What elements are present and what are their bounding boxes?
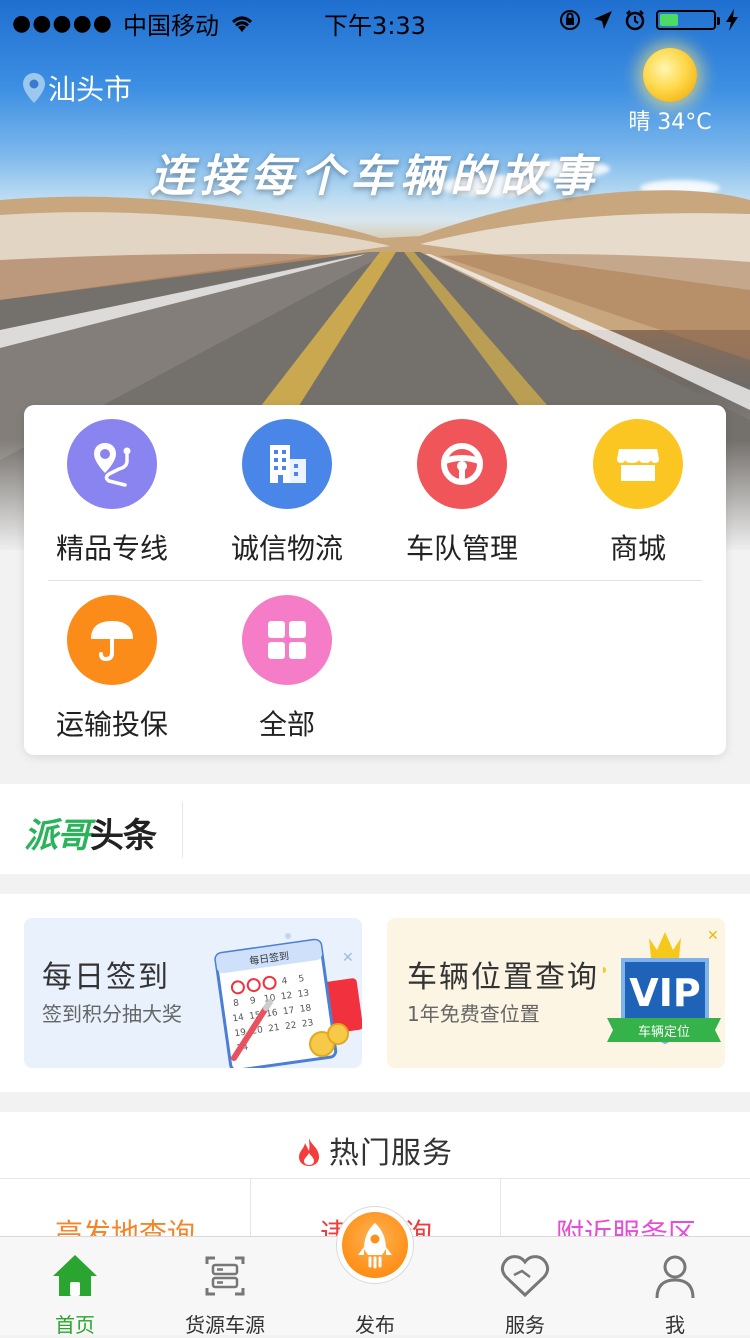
battery-level xyxy=(660,14,679,26)
headline-logo: 派哥头条 xyxy=(24,808,157,857)
home-icon xyxy=(53,1255,97,1296)
calendar-day: 21 xyxy=(268,1023,281,1034)
umbrella-icon xyxy=(67,595,157,685)
menu-divider xyxy=(48,580,702,581)
vip-ribbon-text: 车辆定位 xyxy=(638,1024,690,1040)
sunny-icon xyxy=(643,48,697,102)
weather-widget[interactable]: 晴 34°C xyxy=(620,44,720,136)
calendar-day: 12 xyxy=(280,991,293,1002)
steering-wheel-icon xyxy=(417,419,507,509)
feature-menu: 精品专线 诚信物流 车队管理 商城 运输投保 全部 xyxy=(24,405,726,755)
calendar-day: 13 xyxy=(297,989,310,1000)
profile-icon xyxy=(655,1255,695,1299)
menu-item-mall[interactable]: 商城 xyxy=(550,419,726,567)
status-bar: ●●●●● 中国移动 下午3:33 xyxy=(0,0,750,40)
menu-label: 运输投保 xyxy=(55,708,168,741)
calendar-day: 22 xyxy=(284,1021,297,1032)
calendar-day: 23 xyxy=(301,1018,314,1029)
calendar-day: 18 xyxy=(299,1003,312,1015)
location-arrow-icon xyxy=(594,11,612,29)
rotation-lock-icon xyxy=(560,10,580,30)
promo-subtitle: 签到积分抽大奖 xyxy=(42,1002,182,1026)
promo-title: 车辆位置查询 xyxy=(407,960,599,995)
headline-logo-news: 头条 xyxy=(90,816,157,856)
promo-title: 每日签到 xyxy=(42,960,170,995)
location-pin-icon xyxy=(23,73,45,103)
menu-label: 全部 xyxy=(258,708,315,741)
menu-label: 商城 xyxy=(609,532,666,565)
store-icon xyxy=(593,419,683,509)
daily-checkin-card[interactable]: 每日签到 签到积分抽大奖 ✕ 每日签到 4 5 8 9 10 12 13 14 15 16 17 18… xyxy=(24,918,362,1068)
menu-item-transport-insurance[interactable]: 运输投保 xyxy=(24,595,200,743)
calendar-day: 14 xyxy=(232,1013,245,1025)
cargo-icon xyxy=(205,1256,245,1296)
slogan: 连接每个车辆的故事 xyxy=(150,151,600,202)
calendar-day: 17 xyxy=(282,1006,295,1017)
hot-services-title: 热门服务 xyxy=(0,1128,750,1172)
tab-home[interactable]: 首页 xyxy=(0,1249,150,1338)
headline-separator xyxy=(182,802,183,858)
promo-subtitle: 1年免费查位置 xyxy=(407,1002,540,1026)
promo-section: 每日签到 签到积分抽大奖 ✕ 每日签到 4 5 8 9 10 12 13 14 15 16 17 18… xyxy=(0,894,750,1092)
news-headline-bar[interactable]: 派哥头条 xyxy=(0,784,750,874)
tab-cargo-vehicles[interactable]: 货源车源 xyxy=(150,1249,300,1338)
fire-icon xyxy=(299,1138,319,1166)
heart-icon xyxy=(500,1255,550,1298)
city-name: 汕头市 xyxy=(48,73,133,106)
menu-item-trusted-logistics[interactable]: 诚信物流 xyxy=(199,419,375,567)
vip-badge-icon: ✕ VIP 车辆定位 xyxy=(603,928,721,1045)
menu-item-all[interactable]: 全部 xyxy=(199,595,375,743)
menu-item-premium-route[interactable]: 精品专线 xyxy=(24,419,200,567)
city-selector[interactable]: 汕头市 xyxy=(22,68,132,108)
weather-text: 晴 34°C xyxy=(628,110,712,135)
headline-logo-brand: 派哥 xyxy=(24,816,91,856)
route-map-icon xyxy=(67,419,157,509)
grid-icon xyxy=(242,595,332,685)
svg-text:✕: ✕ xyxy=(342,950,354,966)
battery-icon xyxy=(656,10,720,30)
charging-bolt-icon xyxy=(726,9,738,31)
calendar-illustration-icon: ✕ 每日签到 45891012131415161718192021222324 xyxy=(214,933,362,1068)
menu-label: 车队管理 xyxy=(405,532,518,565)
menu-item-fleet-management[interactable]: 车队管理 xyxy=(374,419,550,567)
tab-me[interactable]: 我 xyxy=(600,1249,750,1338)
svg-text:✕: ✕ xyxy=(707,928,719,944)
menu-label: 诚信物流 xyxy=(230,532,343,565)
alarm-icon xyxy=(625,10,645,31)
hot-services-label: 热门服务 xyxy=(329,1136,453,1171)
menu-label: 精品专线 xyxy=(55,532,168,565)
building-icon xyxy=(242,419,332,509)
rocket-icon xyxy=(358,1223,392,1269)
tab-services[interactable]: 服务 xyxy=(450,1249,600,1338)
vehicle-location-card[interactable]: 车辆位置查询 1年免费查位置 ✕ VIP 车辆定位 xyxy=(387,918,725,1068)
vip-label: VIP xyxy=(629,971,700,1015)
publish-button[interactable] xyxy=(342,1212,408,1278)
